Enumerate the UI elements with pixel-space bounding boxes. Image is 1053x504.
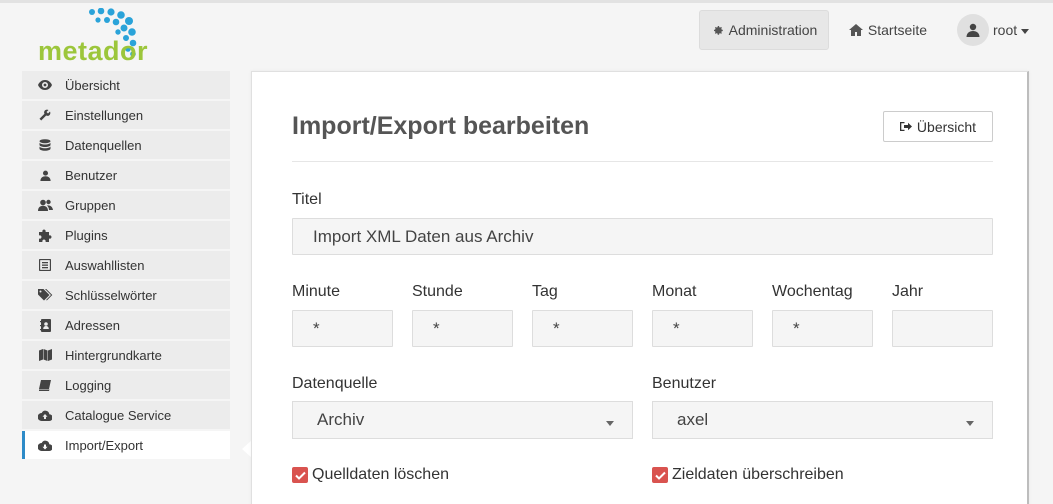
sidebar-item-uebersicht[interactable]: Übersicht bbox=[22, 71, 230, 99]
uebersicht-button-label: Übersicht bbox=[916, 118, 977, 135]
tag-label: Tag bbox=[532, 283, 558, 300]
benutzer-select[interactable]: axel bbox=[652, 401, 993, 439]
sidebar-item-einstellungen[interactable]: Einstellungen bbox=[22, 101, 230, 129]
logo-text: metador bbox=[38, 36, 149, 66]
sidebar-item-import-export[interactable]: Import/Export bbox=[22, 431, 230, 459]
cloud-download-icon bbox=[25, 440, 65, 451]
gear-icon bbox=[711, 24, 724, 37]
caret-down-icon bbox=[966, 421, 974, 426]
benutzer-value: axel bbox=[677, 410, 709, 429]
datenquelle-select[interactable]: Archiv bbox=[292, 401, 633, 439]
sidebar-item-gruppen[interactable]: Gruppen bbox=[22, 191, 230, 219]
datenquelle-value: Archiv bbox=[317, 410, 365, 429]
caret-down-icon bbox=[606, 421, 614, 426]
divider bbox=[292, 161, 993, 162]
zieldaten-ueberschreiben-checkbox[interactable]: Zieldaten überschreiben bbox=[652, 466, 844, 484]
jahr-label: Jahr bbox=[892, 283, 924, 300]
sidebar-item-hintergrundkarte[interactable]: Hintergrundkarte bbox=[22, 341, 230, 369]
startseite-label: Startseite bbox=[867, 22, 928, 38]
stunde-label: Stunde bbox=[412, 283, 463, 300]
sign-out-icon bbox=[899, 121, 912, 132]
checkbox-checked-icon bbox=[652, 467, 668, 483]
home-icon bbox=[848, 24, 863, 36]
benutzer-label: Benutzer bbox=[652, 375, 717, 392]
sidebar-item-label: Schlüsselwörter bbox=[65, 287, 157, 303]
user-menu[interactable]: root bbox=[950, 10, 1035, 50]
database-icon bbox=[25, 138, 65, 152]
top-border bbox=[0, 0, 1053, 3]
administration-label: Administration bbox=[728, 22, 818, 38]
startseite-link[interactable]: Startseite bbox=[838, 10, 938, 50]
sidebar-item-label: Auswahllisten bbox=[65, 257, 145, 273]
monat-label: Monat bbox=[652, 283, 697, 300]
sidebar-item-adressen[interactable]: Adressen bbox=[22, 311, 230, 339]
wochentag-input[interactable]: * bbox=[772, 310, 873, 347]
uebersicht-button[interactable]: Übersicht bbox=[883, 111, 993, 142]
tags-icon bbox=[25, 289, 65, 301]
sidebar-item-label: Datenquellen bbox=[65, 137, 142, 153]
datenquelle-label: Datenquelle bbox=[292, 375, 378, 392]
zieldaten-label: Zieldaten überschreiben bbox=[672, 466, 844, 483]
wochentag-label: Wochentag bbox=[772, 283, 853, 300]
sidebar-item-benutzer[interactable]: Benutzer bbox=[22, 161, 230, 189]
sidebar-item-label: Import/Export bbox=[65, 437, 144, 453]
minute-input[interactable]: * bbox=[292, 310, 393, 347]
sidebar-item-label: Benutzer bbox=[65, 167, 118, 183]
sidebar-item-auswahllisten[interactable]: Auswahllisten bbox=[22, 251, 230, 279]
administration-button[interactable]: Administration bbox=[699, 10, 829, 50]
sidebar-item-label: Gruppen bbox=[65, 197, 116, 213]
quelldaten-label: Quelldaten löschen bbox=[312, 466, 449, 483]
page-title: Import/Export bearbeiten bbox=[292, 112, 590, 140]
main-panel: Import/Export bearbeiten Übersicht Titel… bbox=[251, 71, 1029, 504]
book-icon bbox=[25, 379, 65, 391]
sidebar-item-label: Adressen bbox=[65, 317, 120, 333]
sidebar-item-logging[interactable]: Logging bbox=[22, 371, 230, 399]
puzzle-icon bbox=[25, 229, 65, 242]
sidebar: Übersicht Einstellungen Datenquellen Ben… bbox=[22, 71, 230, 461]
user-icon bbox=[25, 170, 65, 181]
titel-input[interactable]: Import XML Daten aus Archiv bbox=[292, 218, 993, 255]
stunde-input[interactable]: * bbox=[412, 310, 513, 347]
sidebar-item-label: Logging bbox=[65, 377, 112, 393]
sidebar-item-label: Übersicht bbox=[65, 77, 120, 93]
minute-label: Minute bbox=[292, 283, 341, 300]
sidebar-item-schluesselwoerter[interactable]: Schlüsselwörter bbox=[22, 281, 230, 309]
wrench-icon bbox=[25, 109, 65, 121]
sidebar-item-plugins[interactable]: Plugins bbox=[22, 221, 230, 249]
sidebar-item-label: Plugins bbox=[65, 227, 108, 243]
monat-input[interactable]: * bbox=[652, 310, 753, 347]
address-book-icon bbox=[25, 318, 65, 332]
sidebar-item-catalogue-service[interactable]: Catalogue Service bbox=[22, 401, 230, 429]
sidebar-item-label: Hintergrundkarte bbox=[65, 347, 162, 363]
jahr-input[interactable] bbox=[892, 310, 993, 347]
avatar bbox=[957, 14, 989, 46]
caret-down-icon bbox=[1021, 28, 1030, 34]
users-icon bbox=[25, 199, 65, 211]
list-icon bbox=[25, 259, 65, 271]
sidebar-item-label: Catalogue Service bbox=[65, 407, 172, 423]
eye-icon bbox=[25, 80, 65, 90]
metador-logo[interactable]: metador bbox=[36, 8, 166, 66]
titel-label: Titel bbox=[292, 191, 322, 208]
map-icon bbox=[25, 349, 65, 361]
quelldaten-loeschen-checkbox[interactable]: Quelldaten löschen bbox=[292, 466, 449, 484]
checkbox-checked-icon bbox=[292, 467, 308, 483]
user-label: root bbox=[993, 22, 1018, 38]
sidebar-item-datenquellen[interactable]: Datenquellen bbox=[22, 131, 230, 159]
sidebar-item-label: Einstellungen bbox=[65, 107, 144, 123]
tag-input[interactable]: * bbox=[532, 310, 633, 347]
user-icon bbox=[966, 23, 980, 37]
cloud-upload-icon bbox=[25, 410, 65, 421]
